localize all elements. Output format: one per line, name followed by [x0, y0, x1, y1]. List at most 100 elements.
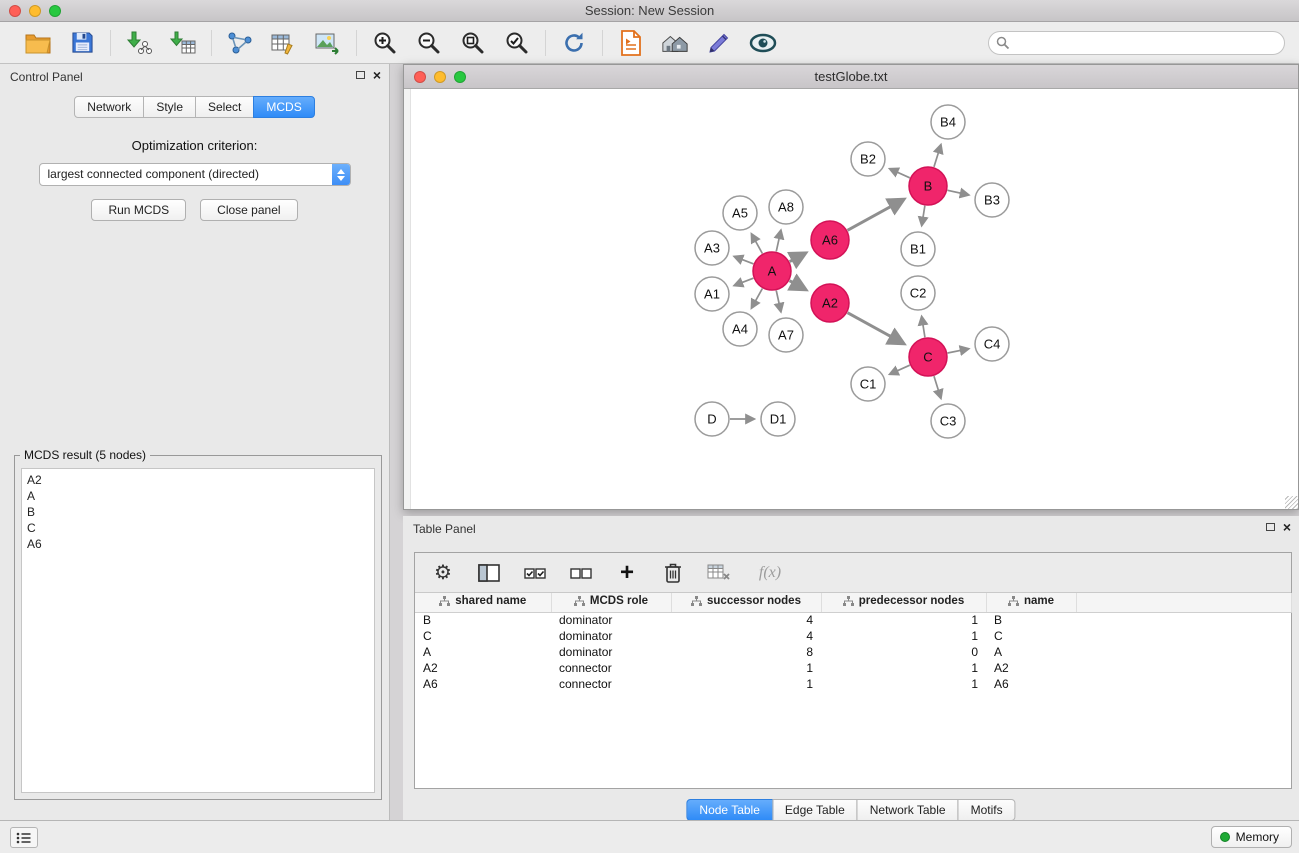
graph-edge-C-C4[interactable]: [948, 349, 969, 353]
memory-button[interactable]: Memory: [1211, 826, 1292, 848]
graph-edge-A-A8[interactable]: [776, 230, 781, 251]
column-header-predecessor-nodes[interactable]: predecessor nodes: [821, 593, 986, 612]
graph-edge-A-A1[interactable]: [734, 278, 753, 285]
zoom-in-icon[interactable]: [371, 29, 399, 57]
tab-network[interactable]: Network: [74, 96, 144, 118]
graph-edge-A6-B[interactable]: [848, 200, 904, 231]
export-image-icon[interactable]: [314, 29, 342, 57]
run-mcds-button[interactable]: Run MCDS: [91, 199, 186, 221]
list-item[interactable]: A: [27, 488, 369, 504]
node-table-frame: ⚙: [414, 552, 1292, 789]
edit-table-icon[interactable]: [270, 29, 298, 57]
refresh-layout-icon[interactable]: [560, 29, 588, 57]
list-item[interactable]: A2: [27, 472, 369, 488]
deselect-all-rows-icon[interactable]: [569, 561, 593, 585]
tab-select[interactable]: Select: [195, 96, 254, 118]
list-item[interactable]: C: [27, 520, 369, 536]
delete-table-icon[interactable]: [707, 561, 731, 585]
tab-motifs[interactable]: Motifs: [958, 799, 1016, 821]
graph-edge-A2-C[interactable]: [848, 313, 904, 344]
control-panel: Control Panel × Network Style Select MCD…: [0, 64, 390, 820]
window-resize-handle[interactable]: [1285, 496, 1298, 509]
column-header-shared-name[interactable]: shared name: [415, 593, 551, 612]
column-header-name[interactable]: name: [986, 593, 1076, 612]
graph-edge-C-C1[interactable]: [890, 365, 910, 374]
graph-node-label-B1: B1: [910, 242, 926, 257]
attribute-icon: [691, 596, 702, 606]
tab-style[interactable]: Style: [143, 96, 196, 118]
add-column-icon[interactable]: +: [615, 561, 639, 585]
delete-column-trash-icon[interactable]: [661, 561, 685, 585]
function-builder-icon[interactable]: f(x): [753, 561, 787, 585]
new-network-icon[interactable]: [226, 29, 254, 57]
search-input[interactable]: [988, 31, 1285, 55]
float-panel-icon[interactable]: [356, 71, 365, 79]
graph-node-label-A8: A8: [778, 200, 794, 215]
list-item[interactable]: B: [27, 504, 369, 520]
task-list-icon: [16, 831, 32, 845]
zoom-selected-icon[interactable]: [503, 29, 531, 57]
select-all-rows-icon[interactable]: [523, 561, 547, 585]
home-icon[interactable]: [661, 29, 689, 57]
network-minimize-button[interactable]: [434, 71, 446, 83]
float-table-panel-icon[interactable]: [1266, 523, 1275, 531]
graph-node-label-A3: A3: [704, 241, 720, 256]
close-panel-icon[interactable]: ×: [373, 70, 381, 80]
column-visibility-icon[interactable]: [477, 561, 501, 585]
column-header-filler: [1076, 593, 1291, 612]
node-table: shared name MCDS role successor nodes: [415, 593, 1292, 692]
close-window-button[interactable]: [9, 5, 21, 17]
graph-edge-B-B4[interactable]: [934, 145, 941, 167]
save-session-icon[interactable]: [68, 29, 96, 57]
table-row[interactable]: Cdominator 41 C: [415, 628, 1291, 644]
show-hide-eye-icon[interactable]: [749, 29, 777, 57]
zoom-out-icon[interactable]: [415, 29, 443, 57]
table-row[interactable]: A2connector 11 A2: [415, 660, 1291, 676]
network-close-button[interactable]: [414, 71, 426, 83]
graph-edge-C-C2[interactable]: [922, 317, 925, 338]
annotation-document-icon[interactable]: [617, 29, 645, 57]
table-row[interactable]: A6connector 11 A6: [415, 676, 1291, 692]
network-window-titlebar[interactable]: testGlobe.txt: [404, 65, 1298, 89]
minimize-window-button[interactable]: [29, 5, 41, 17]
open-session-icon[interactable]: [24, 29, 52, 57]
attribute-icon: [439, 596, 450, 606]
zoom-fit-icon[interactable]: [459, 29, 487, 57]
graph-edge-A-A2[interactable]: [790, 281, 806, 290]
zoom-window-button[interactable]: [49, 5, 61, 17]
graph-edge-B-B3[interactable]: [948, 190, 969, 195]
paint-pen-icon[interactable]: [705, 29, 733, 57]
list-item[interactable]: A6: [27, 536, 369, 552]
import-network-from-file-icon[interactable]: [125, 29, 153, 57]
graph-edge-A-A6[interactable]: [790, 253, 806, 261]
graph-edge-A-A3[interactable]: [734, 257, 753, 264]
graph-node-label-A1: A1: [704, 287, 720, 302]
column-header-mcds-role[interactable]: MCDS role: [551, 593, 671, 612]
task-history-button[interactable]: [10, 827, 38, 848]
criterion-select[interactable]: largest connected component (directed): [39, 163, 351, 186]
table-row[interactable]: Adominator 80 A: [415, 644, 1291, 660]
tab-node-table[interactable]: Node Table: [686, 799, 773, 821]
main-toolbar: [0, 22, 1299, 64]
table-row[interactable]: Bdominator 41 B: [415, 612, 1291, 628]
close-table-panel-icon[interactable]: ×: [1283, 522, 1291, 532]
tab-network-table[interactable]: Network Table: [857, 799, 959, 821]
mcds-result-list[interactable]: A2 A B C A6: [21, 468, 375, 793]
graph-edge-B-B1[interactable]: [922, 206, 925, 226]
close-panel-button[interactable]: Close panel: [200, 199, 297, 221]
graph-edge-A-A5[interactable]: [752, 234, 763, 253]
tab-mcds[interactable]: MCDS: [253, 96, 314, 118]
network-graph[interactable]: B4B2BB3A5A8A6A3B1AA1C2A2A4A7C4CC1C3DD1: [404, 89, 1298, 509]
table-settings-gear-icon[interactable]: ⚙: [431, 561, 455, 585]
network-canvas[interactable]: B4B2BB3A5A8A6A3B1AA1C2A2A4A7C4CC1C3DD1: [404, 89, 1298, 509]
network-zoom-button[interactable]: [454, 71, 466, 83]
graph-edge-A-A4[interactable]: [752, 289, 763, 308]
tab-edge-table[interactable]: Edge Table: [772, 799, 858, 821]
graph-node-label-C3: C3: [940, 414, 957, 429]
control-panel-title: Control Panel: [10, 70, 83, 84]
import-table-from-file-icon[interactable]: [169, 29, 197, 57]
column-header-successor-nodes[interactable]: successor nodes: [671, 593, 821, 612]
graph-edge-C-C3[interactable]: [934, 376, 941, 398]
graph-edge-B-B2[interactable]: [890, 169, 910, 178]
graph-edge-A-A7[interactable]: [776, 291, 781, 312]
